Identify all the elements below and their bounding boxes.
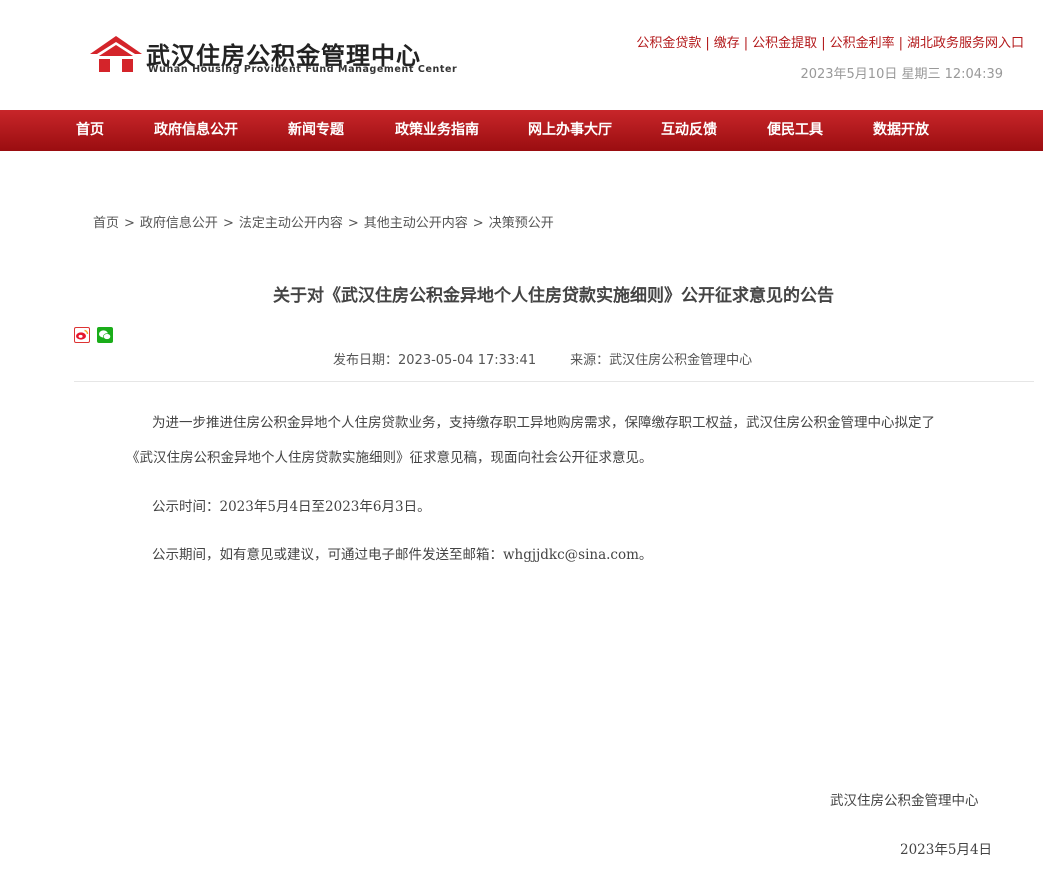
top-link-separator: |	[821, 36, 826, 51]
site-logo[interactable]: 武汉住房公积金管理中心 Wuhan Housing Provident Fund…	[88, 32, 457, 78]
nav-tools[interactable]: 便民工具	[767, 110, 823, 151]
breadcrumb-pre-decision[interactable]: 决策预公开	[489, 216, 554, 231]
notice-period-value: 2023年5月4日至2023年6月3日。	[219, 499, 431, 515]
nav-home[interactable]: 首页	[76, 110, 104, 151]
paragraph-2: 公示时间：2023年5月4日至2023年6月3日。	[152, 495, 431, 515]
nav-feedback[interactable]: 互动反馈	[661, 110, 717, 151]
top-link-loan[interactable]: 公积金贷款	[636, 36, 701, 51]
share-weibo-icon[interactable]	[74, 327, 90, 343]
publish-date: 2023-05-04 17:33:41	[398, 353, 537, 368]
signature-org: 武汉住房公积金管理中心	[830, 793, 979, 809]
breadcrumb: 首页 > 政府信息公开 > 法定主动公开内容 > 其他主动公开内容 > 决策预公开	[93, 212, 554, 231]
paragraph-3: 公示期间，如有意见或建议，可通过电子邮件发送至邮箱：whgjjdkc@sina.…	[152, 543, 652, 563]
top-link-rate[interactable]: 公积金利率	[830, 36, 895, 51]
nav-policy-guide[interactable]: 政策业务指南	[395, 110, 479, 151]
breadcrumb-gov-info[interactable]: 政府信息公开	[140, 216, 218, 231]
source-label: 来源：	[570, 353, 610, 368]
nav-open-data[interactable]: 数据开放	[873, 110, 929, 151]
breadcrumb-legal-disclosure[interactable]: 法定主动公开内容	[239, 216, 343, 231]
top-link-hubei-portal[interactable]: 湖北政务服务网入口	[907, 36, 1024, 51]
site-header: 武汉住房公积金管理中心 Wuhan Housing Provident Fund…	[0, 0, 1043, 110]
feedback-email[interactable]: whgjjdkc@sina.com。	[503, 547, 652, 563]
breadcrumb-home[interactable]: 首页	[93, 216, 119, 231]
top-link-separator: |	[705, 36, 710, 51]
breadcrumb-separator: >	[472, 216, 484, 231]
publish-date-label: 发布日期：	[333, 353, 399, 368]
top-link-separator: |	[743, 36, 749, 51]
breadcrumb-other-disclosure[interactable]: 其他主动公开内容	[364, 216, 468, 231]
notice-period-label: 公示时间：	[152, 499, 220, 515]
nav-gov-info[interactable]: 政府信息公开	[154, 110, 238, 151]
article-title: 关于对《武汉住房公积金异地个人住房贷款实施细则》公开征求意见的公告	[273, 286, 834, 306]
top-link-deposit[interactable]: 缴存	[714, 36, 740, 51]
share-wechat-icon[interactable]	[97, 327, 113, 343]
breadcrumb-separator: >	[347, 216, 359, 231]
article-meta: 发布日期：2023-05-04 17:33:41 来源：武汉住房公积金管理中心	[333, 349, 752, 368]
source-value: 武汉住房公积金管理中心	[609, 353, 753, 368]
top-link-withdraw[interactable]: 公积金提取	[752, 36, 817, 51]
nav-online-service[interactable]: 网上办事大厅	[528, 110, 612, 151]
feedback-instruction: 公示期间，如有意见或建议，可通过电子邮件发送至邮箱：	[152, 547, 503, 563]
signature-date: 2023年5月4日	[900, 842, 993, 858]
breadcrumb-separator: >	[124, 216, 135, 231]
content-divider	[74, 381, 1034, 382]
top-links: 公积金贷款 | 缴存 | 公积金提取 | 公积金利率 | 湖北政务服务网入口	[636, 32, 1024, 51]
main-nav: 首页 政府信息公开 新闻专题 政策业务指南 网上办事大厅 互动反馈 便民工具 数…	[0, 110, 1043, 151]
paragraph-1-line-2: 《武汉住房公积金异地个人住房贷款实施细则》征求意见稿，现面向社会公开征求意见。	[126, 450, 653, 466]
paragraph-1-line-1: 为进一步推进住房公积金异地个人住房贷款业务，支持缴存职工异地购房需求，保障缴存职…	[152, 415, 935, 431]
logo-title-en: Wuhan Housing Provident Fund Management …	[148, 64, 458, 75]
nav-news[interactable]: 新闻专题	[288, 110, 344, 151]
current-datetime: 2023年5月10日 星期三 12:04:39	[800, 67, 1003, 82]
house-logo-icon	[90, 36, 142, 72]
breadcrumb-separator: >	[222, 216, 234, 231]
top-link-separator: |	[898, 36, 903, 51]
